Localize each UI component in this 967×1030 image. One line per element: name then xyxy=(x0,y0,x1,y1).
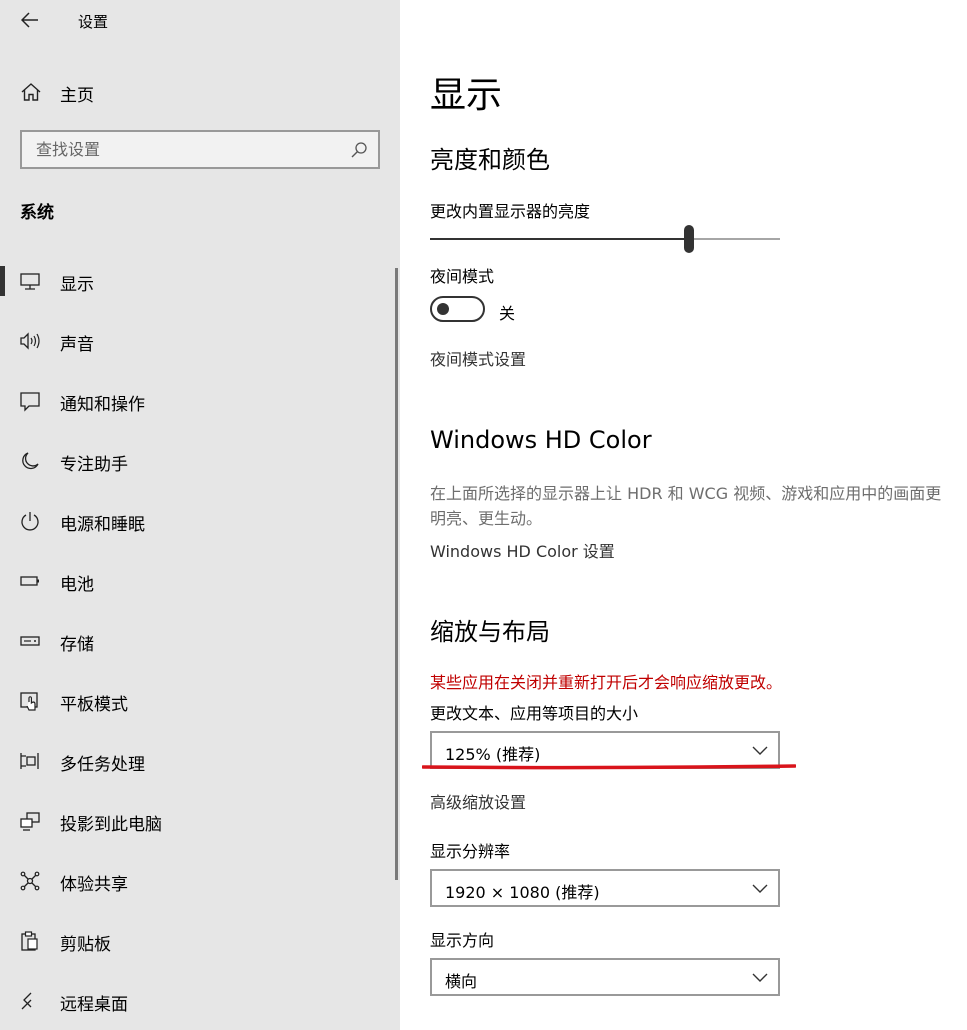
back-button[interactable] xyxy=(16,7,44,33)
sidebar-item-project-to-pc[interactable]: 投影到此电脑 xyxy=(0,791,394,851)
scale-layout-heading: 缩放与布局 xyxy=(430,618,550,646)
scale-dropdown-value: 125% (推荐) xyxy=(445,745,541,764)
chevron-down-icon xyxy=(752,746,768,755)
hd-color-description: 在上面所选择的显示器上让 HDR 和 WCG 视频、游戏和应用中的画面更 明亮、… xyxy=(430,481,967,531)
search-icon[interactable] xyxy=(350,141,368,159)
red-annotation-underline xyxy=(422,764,796,770)
resolution-label: 显示分辨率 xyxy=(430,842,511,861)
night-light-label: 夜间模式 xyxy=(430,267,495,286)
selection-indicator xyxy=(0,266,5,296)
monitor-icon xyxy=(20,273,40,290)
sidebar-item-battery[interactable]: 电池 xyxy=(0,551,394,611)
search-input[interactable] xyxy=(22,132,342,167)
sidebar-item-notifications[interactable]: 通知和操作 xyxy=(0,371,394,431)
sidebar-item-label: 声音 xyxy=(60,335,94,355)
sidebar-item-label: 通知和操作 xyxy=(60,395,145,415)
brightness-slider[interactable] xyxy=(430,224,780,254)
sidebar-item-remote-desktop[interactable]: 远程桌面 xyxy=(0,971,394,1030)
power-icon xyxy=(21,512,39,531)
sidebar-item-label: 存储 xyxy=(60,635,94,655)
hd-color-desc-line1: 在上面所选择的显示器上让 HDR 和 WCG 视频、游戏和应用中的画面更 xyxy=(430,484,942,503)
sidebar-item-label: 投影到此电脑 xyxy=(60,815,162,835)
orientation-dropdown[interactable]: 横向 xyxy=(430,958,780,996)
storage-icon xyxy=(20,636,40,646)
scale-size-label: 更改文本、应用等项目的大小 xyxy=(430,704,639,723)
sidebar-nav: 显示 声音 通知和操作 专注助手 电源和睡眠 电池 存储 平板模式 多任务处理 … xyxy=(0,251,394,1030)
clipboard-icon xyxy=(21,931,38,951)
orientation-label: 显示方向 xyxy=(430,931,495,950)
sidebar-item-label: 多任务处理 xyxy=(60,755,145,775)
night-light-toggle[interactable] xyxy=(430,296,485,322)
sidebar-item-focus-assist[interactable]: 专注助手 xyxy=(0,431,394,491)
home-nav-item[interactable]: 主页 xyxy=(0,72,400,112)
moon-icon xyxy=(22,452,39,470)
sidebar-scrollbar[interactable] xyxy=(395,268,398,880)
night-light-settings-link[interactable]: 夜间模式设置 xyxy=(430,346,526,370)
sidebar-item-clipboard[interactable]: 剪贴板 xyxy=(0,911,394,971)
toggle-knob xyxy=(437,303,449,315)
sidebar-item-label: 平板模式 xyxy=(60,695,128,715)
sidebar-item-multitasking[interactable]: 多任务处理 xyxy=(0,731,394,791)
home-icon xyxy=(21,83,41,101)
sidebar-item-tablet-mode[interactable]: 平板模式 xyxy=(0,671,394,731)
resolution-dropdown-value: 1920 × 1080 (推荐) xyxy=(445,883,600,902)
sidebar-item-power-sleep[interactable]: 电源和睡眠 xyxy=(0,491,394,551)
slider-thumb[interactable] xyxy=(684,225,694,253)
remote-desktop-icon xyxy=(21,992,32,1010)
hd-color-desc-line2: 明亮、更生动。 xyxy=(430,509,543,528)
sidebar-item-label: 显示 xyxy=(60,275,94,295)
orientation-dropdown-value: 横向 xyxy=(445,972,478,991)
search-box[interactable] xyxy=(20,130,380,169)
sidebar-item-label: 剪贴板 xyxy=(60,935,111,955)
title-bar: 设置 xyxy=(0,0,400,40)
sidebar-item-label: 电池 xyxy=(60,575,94,595)
main-content: 显示 亮度和颜色 更改内置显示器的亮度 夜间模式 关 夜间模式设置 Window… xyxy=(400,0,967,1030)
home-label: 主页 xyxy=(60,86,94,106)
sidebar-item-label: 专注助手 xyxy=(60,455,128,475)
sidebar-item-sound[interactable]: 声音 xyxy=(0,311,394,371)
sidebar-item-label: 远程桌面 xyxy=(60,995,128,1015)
sidebar-item-shared-experiences[interactable]: 体验共享 xyxy=(0,851,394,911)
slider-fill xyxy=(430,238,689,240)
advanced-scaling-link[interactable]: 高级缩放设置 xyxy=(430,789,526,813)
hd-color-settings-link[interactable]: Windows HD Color 设置 xyxy=(430,538,615,562)
brightness-heading: 亮度和颜色 xyxy=(430,146,550,174)
sidebar-item-display[interactable]: 显示 xyxy=(0,251,394,311)
chevron-down-icon xyxy=(752,884,768,893)
sidebar: 设置 主页 系统 显示 声音 xyxy=(0,0,400,1030)
brightness-label: 更改内置显示器的亮度 xyxy=(430,202,591,221)
hd-color-heading: Windows HD Color xyxy=(430,426,652,454)
page-title: 显示 xyxy=(430,75,503,116)
night-light-state: 关 xyxy=(499,304,516,323)
resolution-dropdown[interactable]: 1920 × 1080 (推荐) xyxy=(430,869,780,907)
shared-experiences-icon xyxy=(20,871,40,891)
tablet-mode-icon xyxy=(20,692,38,711)
section-label-system: 系统 xyxy=(20,203,54,223)
battery-icon xyxy=(20,576,39,586)
notification-icon xyxy=(20,392,40,412)
sidebar-item-label: 体验共享 xyxy=(60,875,128,895)
chevron-down-icon xyxy=(752,973,768,982)
project-icon xyxy=(20,812,40,831)
app-title: 设置 xyxy=(78,13,109,31)
back-arrow-icon xyxy=(21,12,38,28)
sidebar-item-label: 电源和睡眠 xyxy=(60,515,145,535)
sidebar-item-storage[interactable]: 存储 xyxy=(0,611,394,671)
multitasking-icon xyxy=(20,753,39,769)
speaker-icon xyxy=(20,332,40,350)
scale-warning: 某些应用在关闭并重新打开后才会响应缩放更改。 xyxy=(430,673,783,692)
